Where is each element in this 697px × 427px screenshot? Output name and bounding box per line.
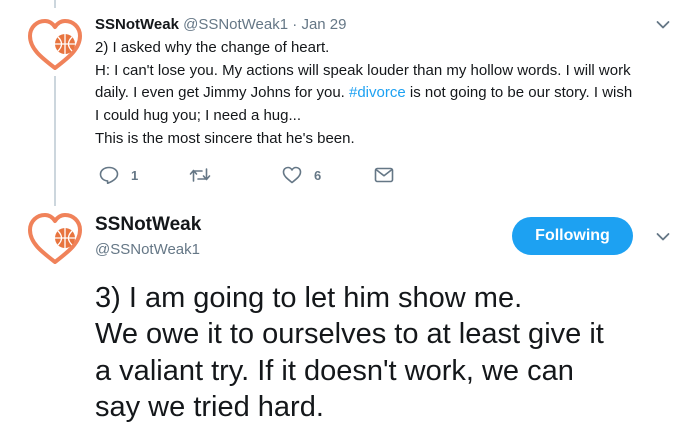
chevron-down-icon[interactable] [656,20,670,30]
tweet-line-text: daily. I even get Jimmy Johns for you. [95,84,349,102]
tweet-line: I could hug you; I need a hug... [95,107,301,125]
avatar[interactable] [24,14,86,76]
tweet-line: say we tried hard. [95,391,324,424]
heart-basketball-logo [28,213,82,264]
handle[interactable]: @SSNotWeak1 [95,240,200,260]
tweet-line: H: I can't lose you. My actions will spe… [95,61,631,79]
tweet-line: a valiant try. If it doesn't work, we ca… [95,354,574,387]
hashtag-link[interactable]: #divorce [349,84,406,101]
tweet-header: SSNotWeak @SSNotWeak1 · Jan 29 [95,15,346,35]
timestamp[interactable]: Jan 29 [301,16,346,33]
tweet-line: daily. I even get Jimmy Johns for you. #… [95,82,685,105]
retweet-icon [189,168,211,182]
chevron-down-icon[interactable] [656,232,670,242]
following-button[interactable]: Following [512,217,633,255]
heart-icon [282,166,302,184]
reply-button[interactable]: 1 [99,165,138,185]
heart-basketball-logo [28,19,82,70]
tweet-line-text: is not going to be our story. I wish [405,84,633,102]
tweet-line: This is the most sincere that he's been. [95,129,355,147]
separator: · [292,16,298,33]
like-button[interactable]: 6 [282,165,321,185]
tweet-line: We owe it to ourselves to at least give … [95,318,604,351]
thread-line-top [54,0,56,8]
tweet-text: 2) I asked why the change of heart. H: I… [95,37,685,151]
like-count: 6 [314,167,322,183]
envelope-icon [374,167,394,183]
direct-message-button[interactable] [374,165,394,185]
reply-icon [99,166,119,184]
thread-line [54,76,56,206]
display-name[interactable]: SSNotWeak [95,213,201,237]
tweet-text: 3) I am going to let him show me. We owe… [95,280,690,426]
display-name[interactable]: SSNotWeak [95,16,179,33]
retweet-button[interactable] [189,165,211,185]
tweet-line: 3) I am going to let him show me. [95,282,523,314]
handle[interactable]: @SSNotWeak1 [183,16,288,33]
tweet-line: 2) I asked why the change of heart. [95,39,330,56]
avatar[interactable] [24,208,86,270]
reply-count: 1 [131,167,139,183]
